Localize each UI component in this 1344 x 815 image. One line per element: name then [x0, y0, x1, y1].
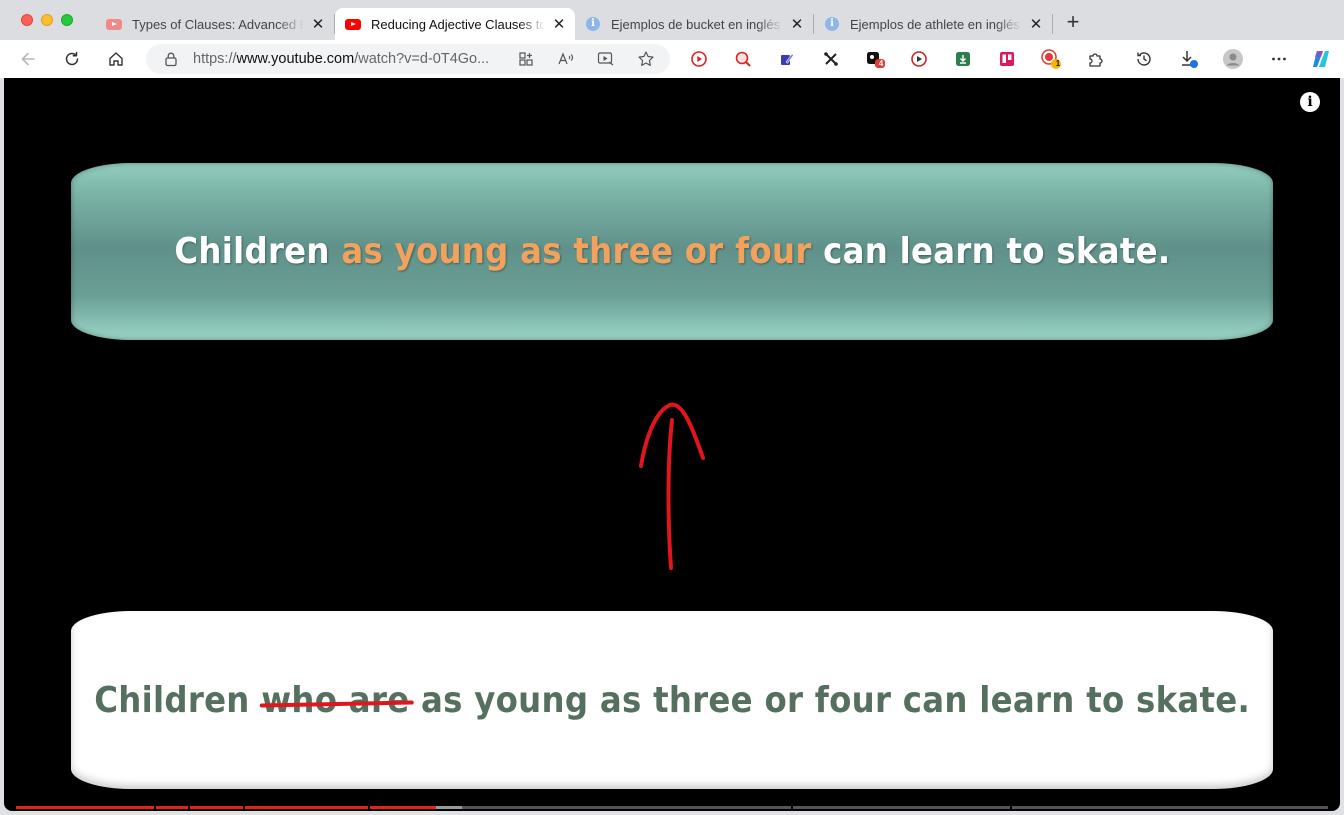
sentence-start: Children: [94, 679, 262, 721]
new-tab-button[interactable]: +: [1062, 10, 1084, 34]
original-sentence-banner: Children who are as young as three or fo…: [71, 611, 1273, 789]
shortcut-extension-icon[interactable]: [820, 48, 842, 70]
badge-extension-icon[interactable]: 4: [864, 48, 886, 70]
sentence-start: Children: [173, 231, 341, 272]
chapter-divider: [1010, 806, 1012, 809]
lock-icon[interactable]: [160, 48, 182, 70]
chapter-divider: [243, 806, 245, 809]
profile-icon[interactable]: [1222, 48, 1244, 70]
close-tab-icon[interactable]: ✕: [1028, 16, 1044, 33]
zoom-window-button[interactable]: [61, 14, 73, 26]
info-icon[interactable]: i: [1300, 92, 1320, 112]
close-tab-icon[interactable]: ✕: [310, 16, 326, 33]
home-icon[interactable]: [105, 48, 127, 70]
tab-ejemplos-athlete[interactable]: i Ejemplos de athlete en inglés ✕: [814, 8, 1052, 40]
tab-types-of-clauses[interactable]: Types of Clauses: Advanced English Gramm…: [96, 8, 334, 40]
recorder-extension-icon[interactable]: [908, 48, 930, 70]
badge-count: 1: [1055, 59, 1061, 68]
youtube-icon: [345, 16, 361, 32]
copilot-icon[interactable]: [1310, 48, 1332, 70]
close-window-button[interactable]: [21, 14, 33, 26]
badge-count: 4: [878, 59, 884, 68]
edit-extension-icon[interactable]: [776, 48, 798, 70]
minimize-window-button[interactable]: [41, 14, 53, 26]
tab-reducing-adjective-clauses[interactable]: Reducing Adjective Clauses to Adjective …: [335, 8, 575, 40]
back-icon[interactable]: [17, 48, 39, 70]
video-player[interactable]: i Children as young as three or four can…: [4, 78, 1340, 811]
info-icon: i: [824, 16, 840, 32]
immersive-reader-icon[interactable]: [595, 48, 617, 70]
chapter-divider: [368, 806, 370, 809]
tab-title: Ejemplos de bucket en inglés: [611, 16, 781, 32]
info-icon: i: [585, 16, 601, 32]
reload-icon[interactable]: [61, 48, 83, 70]
url-text: https://www.youtube.com/watch?v=d-0T4Go.…: [193, 51, 489, 67]
history-icon[interactable]: [1133, 48, 1155, 70]
chapter-divider: [791, 806, 793, 809]
url-path: /watch?v=d-0T4Go...: [354, 51, 490, 67]
reduced-sentence: Children as young as three or four can l…: [174, 231, 1170, 272]
struck-relative-pronoun: who are: [261, 679, 410, 721]
youtube-icon: [106, 16, 122, 32]
trello-icon[interactable]: [996, 48, 1018, 70]
apps-icon[interactable]: [515, 48, 537, 70]
tab-separator: [1052, 14, 1053, 34]
url-scheme: https://: [193, 51, 237, 67]
original-sentence: Children who are as young as three or fo…: [94, 680, 1250, 721]
sentence-end: can learn to skate.: [811, 231, 1171, 272]
address-bar[interactable]: https://www.youtube.com/watch?v=d-0T4Go.…: [146, 44, 670, 74]
red-arrow-icon: [639, 402, 705, 570]
browser-toolbar: https://www.youtube.com/watch?v=d-0T4Go.…: [0, 40, 1344, 78]
tab-title: Types of Clauses: Advanced English Gramm…: [132, 16, 304, 32]
tab-strip: Types of Clauses: Advanced English Gramm…: [0, 0, 1344, 42]
url-host: www.youtube.com: [236, 51, 355, 67]
search-extension-icon[interactable]: [732, 48, 754, 70]
played-bar: [16, 806, 436, 809]
downloads-icon[interactable]: [1178, 48, 1200, 70]
sentence-end: as young as three or four can learn to s…: [409, 679, 1250, 721]
reduced-sentence-banner: Children as young as three or four can l…: [71, 163, 1273, 340]
chapter-divider: [188, 806, 190, 809]
read-aloud-icon[interactable]: [555, 48, 577, 70]
close-tab-icon[interactable]: ✕: [551, 16, 567, 33]
youtube-extension-icon[interactable]: [688, 48, 710, 70]
download-extension-icon[interactable]: [952, 48, 974, 70]
tab-title: Reducing Adjective Clauses to Adjective …: [371, 16, 545, 32]
tab-ejemplos-bucket[interactable]: i Ejemplos de bucket en inglés ✕: [575, 8, 813, 40]
close-tab-icon[interactable]: ✕: [789, 16, 805, 33]
tab-title: Ejemplos de athlete en inglés: [850, 16, 1020, 32]
extensions-icon[interactable]: [1084, 48, 1106, 70]
more-menu-icon[interactable]: [1268, 48, 1290, 70]
favorite-star-icon[interactable]: [635, 48, 657, 70]
chapter-divider: [154, 806, 156, 809]
adjective-phrase: as young as three or four: [340, 231, 812, 272]
record-extension-icon[interactable]: 1: [1040, 48, 1062, 70]
